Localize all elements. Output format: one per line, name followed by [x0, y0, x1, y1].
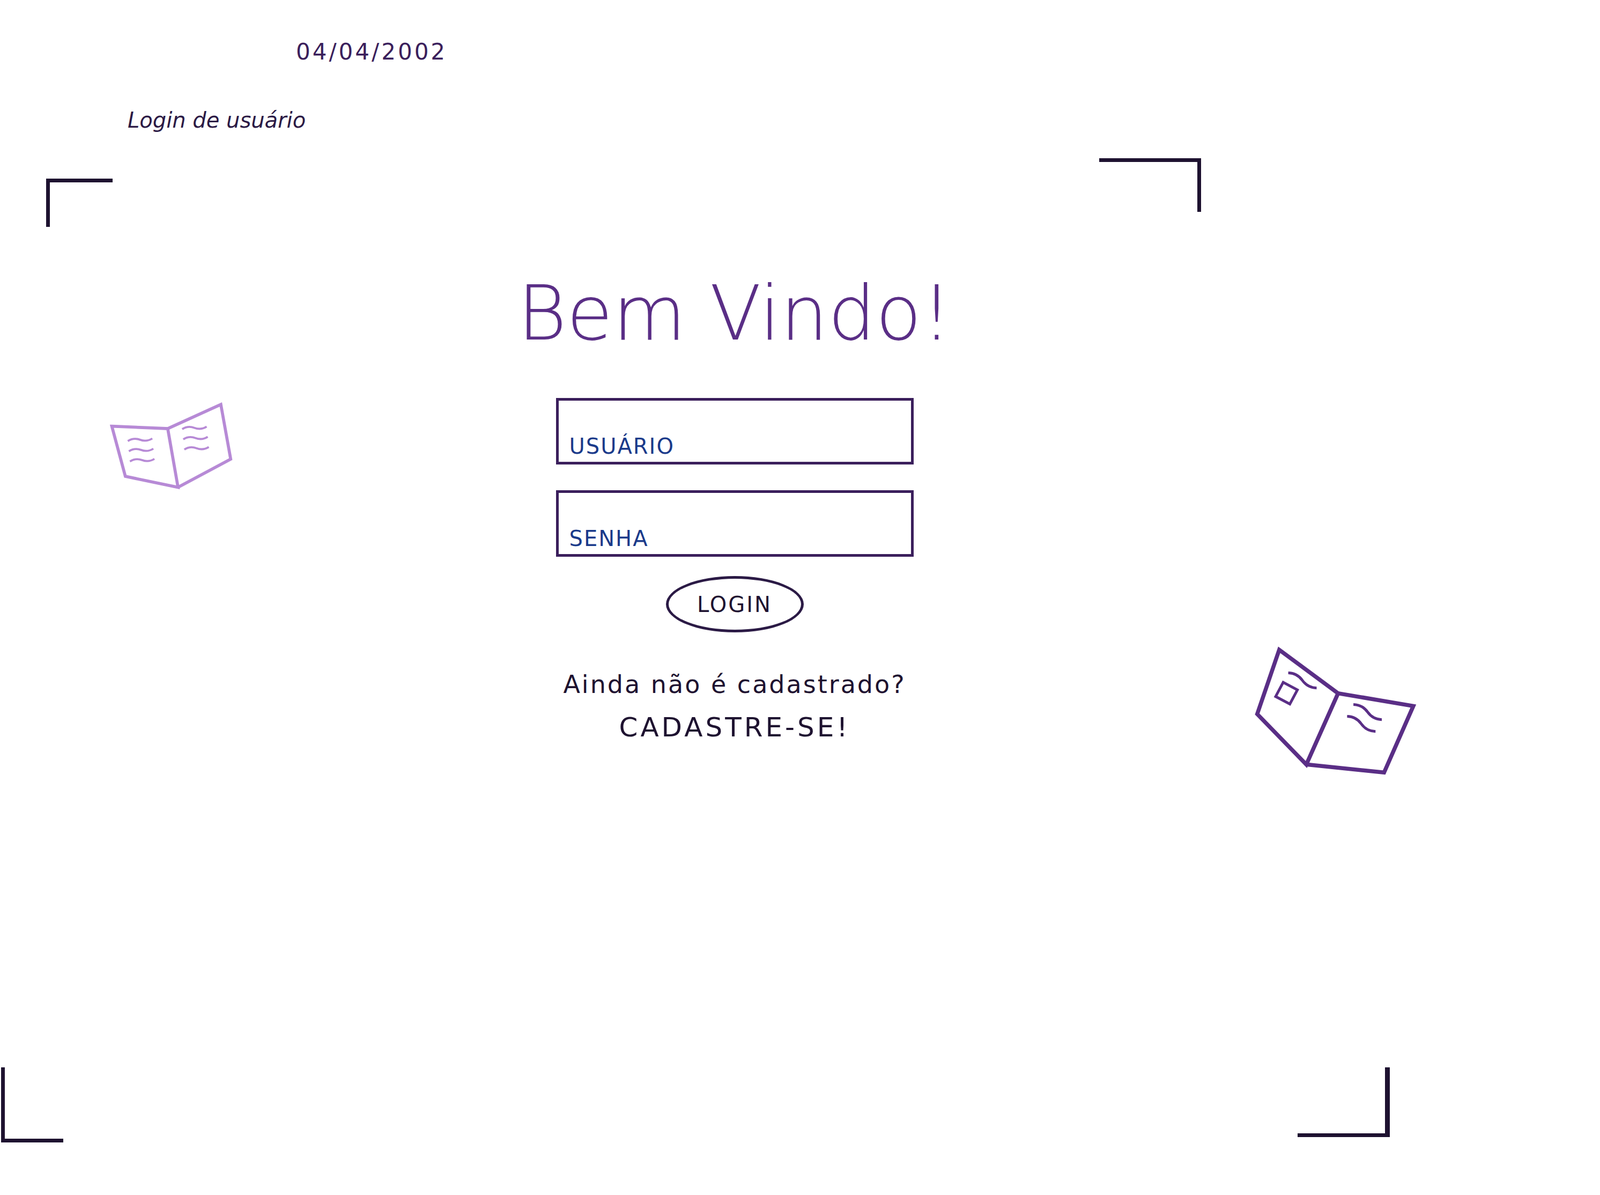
- sketch-page: 04/04/2002 Login de usuário Bem Vindo! USUÁ…: [0, 0, 1600, 1195]
- frame-corner: [46, 178, 113, 227]
- input-field[interactable]: SENHA: [556, 490, 914, 557]
- login-form: Bem Vindo! USUÁRIO SENHA LOGIN Ainda não é c…: [504, 266, 966, 743]
- page-title: Login de usuário: [127, 107, 1600, 133]
- field-label: SENHA: [569, 526, 649, 551]
- welcome-heading: Bem Vindo!: [517, 266, 952, 361]
- field-label: USUÁRIO: [569, 433, 675, 459]
- signup-prompt: Ainda não é cadastrado?: [563, 669, 906, 699]
- page-header: 04/04/2002 Login de usuário: [0, 0, 1600, 133]
- date-label: 04/04/2002: [295, 38, 1600, 65]
- input-field[interactable]: USUÁRIO: [556, 397, 914, 465]
- signup-link[interactable]: CADASTRE-SE!: [619, 711, 851, 743]
- login-button[interactable]: LOGIN: [665, 575, 804, 633]
- open-book-icon: [105, 393, 239, 498]
- frame-corner: [1297, 1067, 1390, 1137]
- frame-corner: [1099, 158, 1202, 212]
- open-book-icon: [1230, 623, 1430, 806]
- frame-corner: [1, 1067, 64, 1143]
